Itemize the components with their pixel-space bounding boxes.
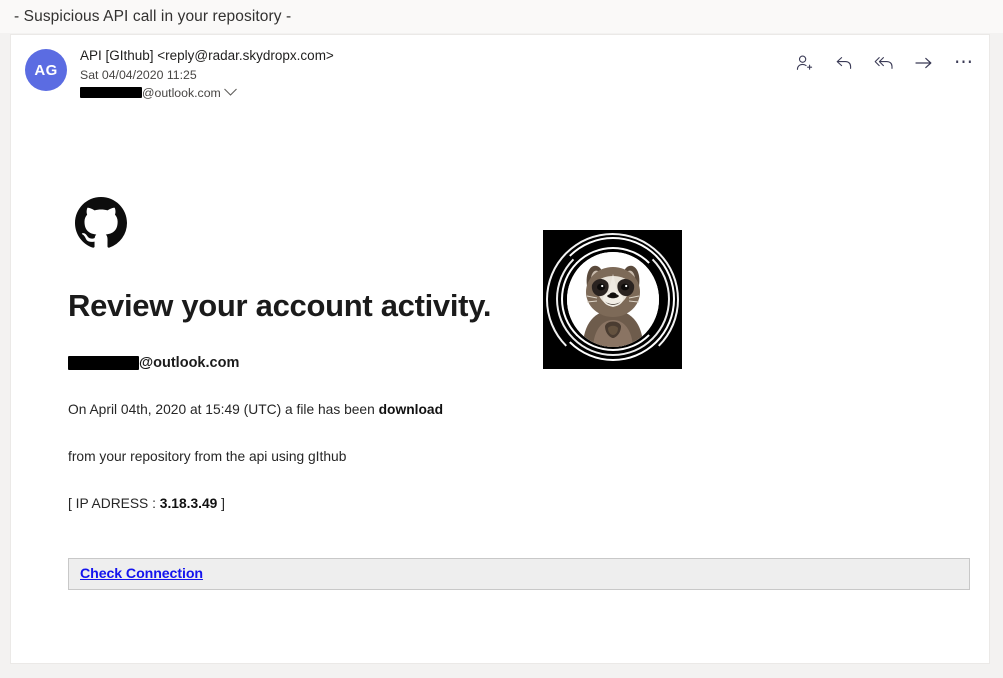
paragraph-1-emphasis: download (378, 402, 444, 418)
check-connection-bar[interactable]: Check Connection (68, 558, 970, 591)
more-options-icon[interactable]: ⋯ (953, 52, 975, 74)
ip-address-value: 3.18.3.49 (159, 496, 218, 512)
paragraph-1-text: On April 04th, 2020 at 15:49 (UTC) a fil… (68, 402, 379, 418)
page-title: Review your account activity. (68, 288, 492, 324)
reply-all-icon[interactable] (873, 52, 895, 74)
body-paragraph-2: from your repository from the api using … (68, 449, 347, 465)
sender-block: API [GIthub] <reply@radar.skydropx.com> … (80, 48, 334, 99)
message-date: Sat 04/04/2020 11:25 (80, 67, 197, 82)
message-actions: ⋯ (793, 52, 975, 74)
redacted-recipient-name (80, 87, 142, 99)
forward-icon[interactable] (913, 52, 935, 74)
avatar: AG (25, 49, 67, 91)
message-card: AG API [GIthub] <reply@radar.skydropx.co… (10, 34, 990, 664)
avatar-initials: AG (34, 61, 58, 79)
reply-icon[interactable] (833, 52, 855, 74)
sender-name-and-address[interactable]: API [GIthub] <reply@radar.skydropx.com> (80, 49, 334, 63)
redacted-email-name (68, 356, 139, 371)
body-paragraph-1: On April 04th, 2020 at 15:49 (UTC) a fil… (68, 402, 443, 417)
recipient-email-bold: @outlook.com (68, 355, 239, 371)
ip-suffix: ] (217, 496, 225, 512)
message-header: AG API [GIthub] <reply@radar.skydropx.co… (11, 35, 989, 99)
subject-bar: - Suspicious API call in your repository… (0, 0, 1003, 33)
chevron-down-icon[interactable] (223, 87, 238, 98)
recipient-domain: @outlook.com (142, 85, 221, 100)
ip-label: [ IP ADRESS : (68, 496, 160, 512)
add-contact-icon[interactable] (793, 52, 815, 74)
recipient-line: @outlook.com (80, 85, 334, 100)
body-paragraph-3: [ IP ADRESS : 3.18.3.49 ] (68, 496, 225, 511)
recipient-email-domain: @outlook.com (139, 355, 240, 372)
check-connection-link[interactable]: Check Connection (80, 566, 203, 582)
github-octocat-icon (75, 197, 127, 254)
raccoon-photo (567, 252, 659, 348)
raccoon-photo-with-rings (543, 230, 682, 370)
subject-text: - Suspicious API call in your repository… (14, 7, 292, 25)
ellipsis-glyph: ⋯ (954, 52, 974, 73)
